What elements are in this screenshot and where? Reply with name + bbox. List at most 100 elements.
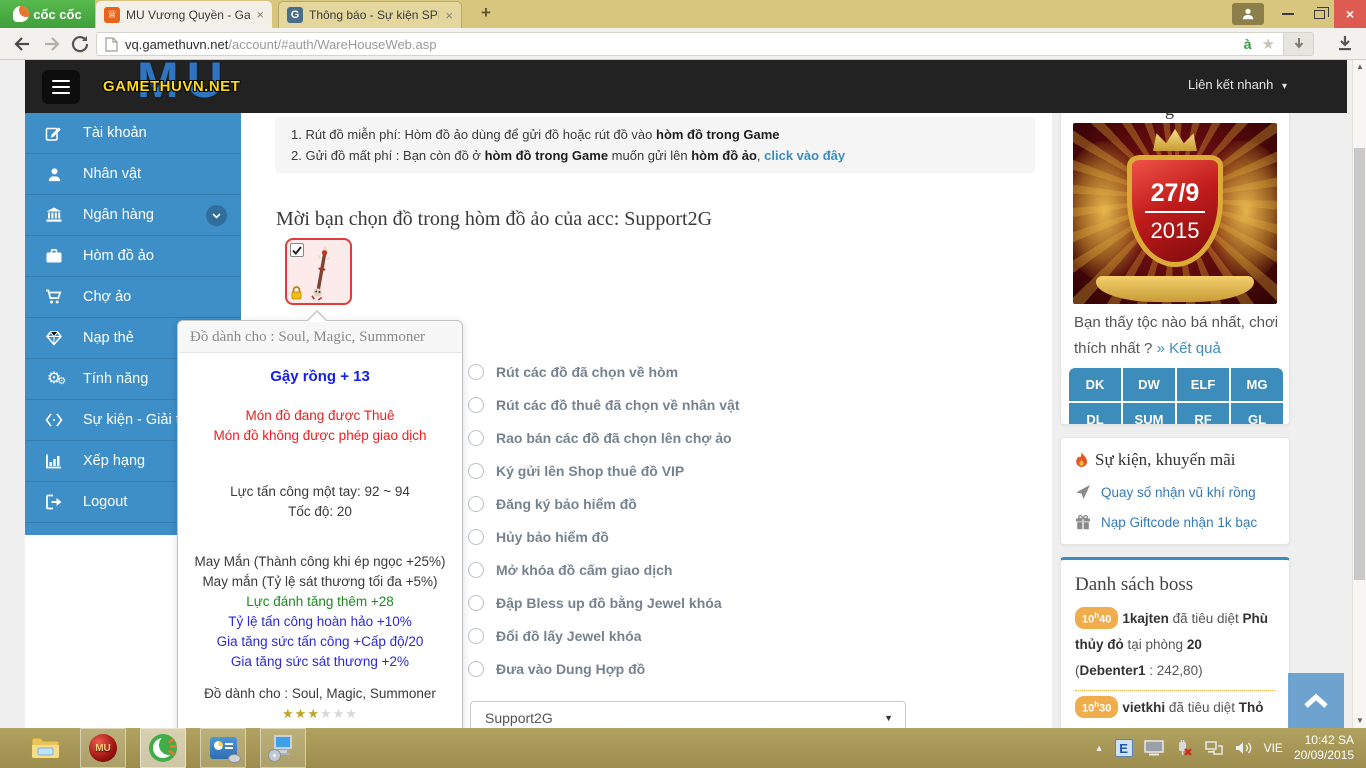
language-indicator[interactable]: VIE: [1264, 741, 1283, 755]
site-logo[interactable]: MU GAMETHUVN.NET: [95, 60, 315, 113]
tray-expand-icon[interactable]: ▲: [1095, 743, 1104, 753]
bookmark-star-icon[interactable]: ★: [1262, 35, 1275, 53]
network-tray-icon[interactable]: [1204, 740, 1224, 756]
tab-close-icon[interactable]: ×: [445, 8, 453, 23]
option-label[interactable]: Mở khóa đồ cấm giao dịch: [496, 562, 672, 578]
event-banner-image[interactable]: 27/9 2015: [1073, 123, 1277, 304]
sidebar-item-nhan-vat[interactable]: Nhân vật: [25, 154, 241, 195]
race-button[interactable]: RF: [1177, 403, 1229, 425]
time-badge: 10h30: [1075, 696, 1118, 718]
option-label[interactable]: Rao bán các đồ đã chọn lên chợ ảo: [496, 430, 732, 446]
item-name: Gậy rồng + 13: [178, 367, 462, 387]
poll-result-link[interactable]: » Kết quả: [1157, 340, 1221, 357]
quick-links-menu[interactable]: Liên kết nhanh ▾: [1188, 77, 1287, 92]
minimize-button[interactable]: [1272, 0, 1304, 28]
option-row: Hủy bảo hiểm đồ: [468, 520, 739, 553]
option-label[interactable]: Rút các đồ thuê đã chọn về nhân vật: [496, 397, 739, 413]
race-button[interactable]: SUM: [1123, 403, 1175, 425]
option-label[interactable]: Đưa vào Dung Hợp đồ: [496, 661, 645, 677]
scrollbar-down-arrow[interactable]: ▼: [1353, 714, 1366, 728]
volume-tray-icon[interactable]: [1235, 740, 1253, 756]
chevron-down-icon: ▾: [1282, 81, 1287, 92]
mu-game-button[interactable]: MU: [80, 728, 126, 768]
race-button[interactable]: DK: [1069, 368, 1121, 401]
address-bar[interactable]: vq.gamethuvn.net /account/#auth/WareHous…: [96, 32, 1314, 56]
close-window-button[interactable]: ×: [1334, 0, 1366, 28]
sidebar-item-label: Chợ ảo: [83, 289, 131, 305]
speed-stat: Tốc độ: 20: [178, 502, 462, 522]
coccoc-menu-button[interactable]: cốc cốc: [0, 0, 95, 28]
radio-button[interactable]: [468, 661, 484, 677]
radio-button[interactable]: [468, 562, 484, 578]
profile-button[interactable]: [1232, 3, 1264, 25]
chevron-down-icon[interactable]: [206, 205, 227, 226]
scrollbar-thumb[interactable]: [1354, 148, 1365, 580]
back-icon[interactable]: [12, 34, 32, 54]
coccoc-browser-button[interactable]: [140, 728, 186, 768]
sidebar-item-ngan-hang[interactable]: Ngân hàng: [25, 195, 241, 236]
browser-toolbar: vq.gamethuvn.net /account/#auth/WareHous…: [0, 28, 1366, 60]
option-row: Đập Bless up đồ bằng Jewel khóa: [468, 586, 739, 619]
account-select[interactable]: Support2G ▼: [470, 701, 906, 728]
sidebar-item-tai-khoan[interactable]: Tài khoản: [25, 113, 241, 154]
race-button[interactable]: DW: [1123, 368, 1175, 401]
installer-button[interactable]: [260, 728, 306, 768]
events-card: Sự kiện, khuyến mãi Quay số nhận vũ khí …: [1060, 437, 1290, 545]
refresh-icon[interactable]: [70, 34, 90, 54]
race-button[interactable]: DL: [1069, 403, 1121, 425]
radio-button[interactable]: [468, 496, 484, 512]
cart-icon: [25, 289, 83, 305]
device-error-tray-icon[interactable]: [1175, 740, 1193, 757]
radio-button[interactable]: [468, 430, 484, 446]
radio-button[interactable]: [468, 595, 484, 611]
radio-button[interactable]: [468, 364, 484, 380]
sidebar-item-label: Tài khoản: [83, 125, 147, 141]
sidebar-item-label: Sự kiện - Giải trí: [83, 412, 189, 428]
scroll-to-top-button[interactable]: [1288, 673, 1344, 728]
hamburger-menu-icon[interactable]: [42, 70, 80, 104]
page-scrollbar[interactable]: ▲ ▼: [1352, 60, 1366, 728]
warehouse-item-slot[interactable]: [285, 238, 352, 305]
new-tab-button[interactable]: +: [474, 2, 498, 24]
option-label[interactable]: Ký gửi lên Shop thuê đồ VIP: [496, 463, 684, 479]
tab-close-icon[interactable]: ×: [256, 7, 264, 22]
tab-thong-bao[interactable]: G Thông báo - Sự kiện SPIN ×: [278, 1, 462, 28]
time-badge: 10h40: [1075, 607, 1118, 629]
sidebar-item-hom-do-ao[interactable]: Hòm đồ ảo: [25, 236, 241, 277]
tab-mu-vuong-quyen[interactable]: ♕ MU Vương Quyền - Game ×: [96, 1, 272, 28]
radio-button[interactable]: [468, 628, 484, 644]
restore-button[interactable]: [1304, 0, 1334, 28]
control-panel-button[interactable]: [200, 728, 246, 768]
spin-event-link[interactable]: Quay số nhận vũ khí rồng: [1101, 485, 1256, 500]
class-footer: Đồ dành cho : Soul, Magic, Summoner: [178, 684, 462, 704]
file-explorer-button[interactable]: [26, 728, 66, 768]
translate-icon[interactable]: à: [1244, 36, 1252, 52]
taskbar-clock[interactable]: 10:42 SA 20/09/2015: [1294, 733, 1354, 763]
radio-button[interactable]: [468, 397, 484, 413]
sidebar-item-label: Hòm đồ ảo: [83, 248, 154, 264]
scrollbar-up-arrow[interactable]: ▲: [1353, 60, 1366, 74]
option-label[interactable]: Đăng ký bảo hiểm đồ: [496, 496, 637, 512]
quick-links-label: Liên kết nhanh: [1188, 77, 1273, 92]
e-tray-icon[interactable]: E: [1115, 739, 1133, 757]
radio-button[interactable]: [468, 463, 484, 479]
forward-icon[interactable]: [42, 34, 62, 54]
sidebar-item-label: Nhân vật: [83, 166, 141, 182]
race-button[interactable]: MG: [1231, 368, 1283, 401]
download-page-button[interactable]: [1283, 33, 1313, 55]
display-tray-icon[interactable]: [1144, 740, 1164, 756]
downloads-tray-icon[interactable]: [1336, 34, 1354, 52]
click-here-link[interactable]: click vào đây: [764, 148, 845, 163]
bonus-blue-1: Tỷ lệ tấn công hoàn hảo +10%: [178, 612, 462, 632]
sidebar-item-cho-ao[interactable]: Chợ ảo: [25, 277, 241, 318]
option-label[interactable]: Rút các đồ đã chọn về hòm: [496, 364, 678, 380]
race-button[interactable]: ELF: [1177, 368, 1229, 401]
option-label[interactable]: Hủy bảo hiểm đồ: [496, 529, 609, 545]
radio-button[interactable]: [468, 529, 484, 545]
giftcode-link[interactable]: Nạp Giftcode nhận 1k bạc: [1101, 515, 1257, 530]
url-path: /account/#auth/WareHouseWeb.asp: [228, 37, 1233, 52]
person-icon: [1241, 7, 1255, 21]
option-label[interactable]: Đổi đồ lấy Jewel khóa: [496, 628, 642, 644]
option-label[interactable]: Đập Bless up đồ bằng Jewel khóa: [496, 595, 722, 611]
race-button[interactable]: GL: [1231, 403, 1283, 425]
